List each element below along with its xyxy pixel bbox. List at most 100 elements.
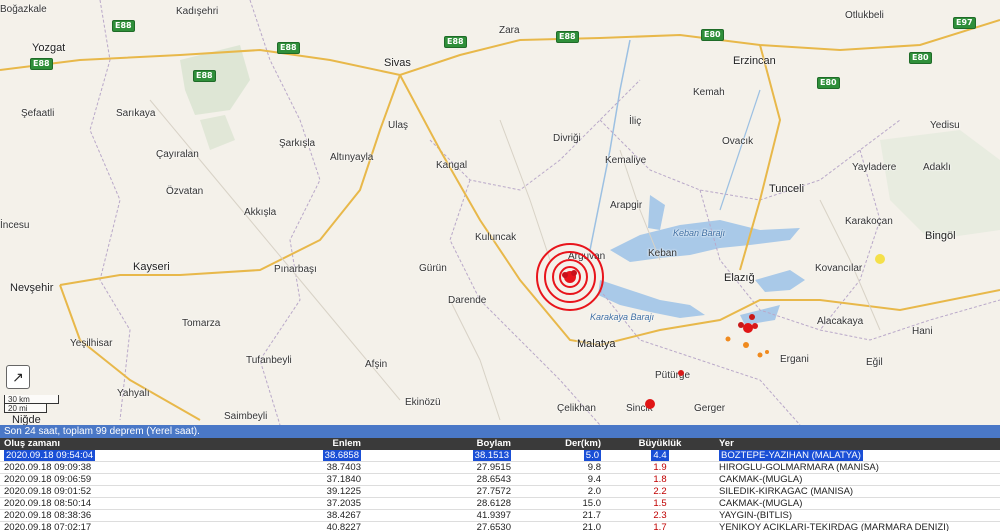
cell-lon-text: 28.6543: [476, 474, 511, 485]
cell-depth-text: 2.0: [587, 486, 601, 497]
cell-magnitude: 2.2: [605, 485, 715, 498]
cell-lat: 39.1225: [300, 485, 365, 498]
cell-time-text: 2020.09.18 08:50:14: [4, 498, 92, 509]
cell-magnitude-text: 2.3: [653, 510, 667, 521]
col-magnitude[interactable]: Büyüklük: [605, 438, 715, 450]
quake-marker[interactable]: [765, 350, 769, 354]
cell-place-text: CAKMAK-(MUGLA): [719, 498, 803, 509]
quake-layer: [536, 243, 885, 409]
cell-place-text: CAKMAK-(MUGLA): [719, 474, 803, 485]
cell-lat-text: 37.2035: [326, 498, 361, 509]
cell-lon: 41.9397: [365, 509, 515, 522]
quake-marker[interactable]: [875, 254, 885, 264]
cell-depth-text: 9.8: [587, 462, 601, 473]
scale-km: 30 km: [4, 395, 59, 404]
table-row[interactable]: 2020.09.18 08:38:36 38.4267 41.9397 21.7 2.3…: [0, 509, 1000, 522]
table-row[interactable]: 2020.09.18 09:01:52 39.1225 27.7572 2.0 2.2 S…: [0, 485, 1000, 498]
cell-time: 2020.09.18 08:50:14: [0, 497, 300, 510]
cell-place: HIROGLU-GOLMARMARA (MANISA): [715, 461, 1000, 474]
cell-time-text: 2020.09.18 08:38:36: [4, 510, 92, 521]
cell-time-text: 2020.09.18 09:06:59: [4, 474, 92, 485]
cell-time-text: 2020.09.18 09:54:04: [4, 450, 96, 461]
cell-depth: 2.0: [515, 485, 605, 498]
cell-lon: 27.6530: [365, 521, 515, 531]
cell-time: 2020.09.18 09:54:04: [0, 450, 300, 462]
cell-lon: 38.1513: [365, 450, 515, 462]
quake-marker[interactable]: [757, 352, 763, 358]
cell-lon-text: 27.7572: [476, 486, 511, 497]
cell-lat-text: 39.1225: [326, 486, 361, 497]
quake-marker[interactable]: [645, 399, 655, 409]
cell-place: YENIKOY ACIKLARI-TEKIRDAG (MARMARA DENIZ…: [715, 521, 1000, 531]
cell-lat: 37.1840: [300, 473, 365, 486]
cell-time-text: 2020.09.18 07:02:17: [4, 522, 92, 531]
cell-place-text: BOZTEPE-YAZIHAN (MALATYA): [719, 450, 863, 461]
quake-marker[interactable]: [743, 342, 749, 348]
earthquake-map-app: Boğazkale Kadışehri Zara Otlukbeli Yozga…: [0, 0, 1000, 531]
cell-depth-text: 15.0: [582, 498, 602, 509]
col-place[interactable]: Yer: [715, 438, 1000, 450]
cell-lon-text: 27.6530: [476, 522, 511, 531]
cell-magnitude-text: 1.8: [653, 474, 667, 485]
cell-lon: 28.6128: [365, 497, 515, 510]
quake-marker-major[interactable]: [536, 243, 604, 311]
cell-place-text: SILEDIK-KIRKAGAC (MANISA): [719, 486, 854, 497]
cell-place: CAKMAK-(MUGLA): [715, 497, 1000, 510]
fullscreen-button[interactable]: ↗: [6, 365, 30, 389]
cell-lat-text: 38.7403: [326, 462, 361, 473]
table-header: Oluş zamanı Enlem Boylam Der(km) Büyüklü…: [0, 438, 1000, 450]
col-depth[interactable]: Der(km): [515, 438, 605, 450]
cell-lon: 27.7572: [365, 485, 515, 498]
cell-magnitude: 4.4: [605, 450, 715, 462]
quake-marker[interactable]: [678, 370, 684, 376]
quake-marker[interactable]: [752, 323, 758, 329]
quake-marker[interactable]: [749, 314, 755, 320]
cell-lat: 40.8227: [300, 521, 365, 531]
cell-lon-text: 28.6128: [476, 498, 511, 509]
table-row[interactable]: 2020.09.18 07:02:17 40.8227 27.6530 21.0 1.7…: [0, 521, 1000, 531]
cell-lat: 38.6858: [300, 450, 365, 462]
cell-time: 2020.09.18 09:01:52: [0, 485, 300, 498]
quake-marker[interactable]: [743, 323, 753, 333]
table-row[interactable]: 2020.09.18 09:09:38 38.7403 27.9515 9.8 1.9 H…: [0, 461, 1000, 474]
panel-title: Son 24 saat, toplam 99 deprem (Yerel saa…: [0, 425, 1000, 438]
cell-lat: 37.2035: [300, 497, 365, 510]
cell-magnitude: 1.5: [605, 497, 715, 510]
cell-lat: 38.4267: [300, 509, 365, 522]
cell-magnitude-text: 1.9: [653, 462, 667, 473]
cell-magnitude: 1.8: [605, 473, 715, 486]
cell-place-text: YAYGIN-(BITLIS): [719, 510, 793, 521]
scale-mi: 20 mi: [4, 404, 47, 413]
cell-depth: 9.4: [515, 473, 605, 486]
cell-time: 2020.09.18 07:02:17: [0, 521, 300, 531]
cell-depth-text: 21.7: [582, 510, 602, 521]
table-row[interactable]: 2020.09.18 08:50:14 37.2035 28.6128 15.0 1.5…: [0, 497, 1000, 510]
cell-place-text: HIROGLU-GOLMARMARA (MANISA): [719, 462, 879, 473]
cell-lon-text: 41.9397: [476, 510, 511, 521]
cell-depth: 15.0: [515, 497, 605, 510]
map-view[interactable]: Boğazkale Kadışehri Zara Otlukbeli Yozga…: [0, 0, 1000, 425]
cell-depth: 9.8: [515, 461, 605, 474]
cell-depth: 5.0: [515, 450, 605, 462]
map-scale: 30 km 20 mi: [4, 395, 59, 413]
col-lat[interactable]: Enlem: [300, 438, 365, 450]
cell-magnitude-text: 1.7: [653, 522, 667, 531]
cell-magnitude: 2.3: [605, 509, 715, 522]
cell-lat-text: 38.4267: [326, 510, 361, 521]
col-time[interactable]: Oluş zamanı: [0, 438, 300, 450]
cell-place: SILEDIK-KIRKAGAC (MANISA): [715, 485, 1000, 498]
cell-magnitude: 1.9: [605, 461, 715, 474]
table-row[interactable]: 2020.09.18 09:54:04 38.6858 38.1513 5.0 4.4 B…: [0, 450, 1000, 462]
table-row[interactable]: 2020.09.18 09:06:59 37.1840 28.6543 9.4 1.8 C…: [0, 473, 1000, 486]
col-lon[interactable]: Boylam: [365, 438, 515, 450]
earthquake-table: Oluş zamanı Enlem Boylam Der(km) Büyüklü…: [0, 438, 1000, 531]
quake-marker[interactable]: [725, 336, 731, 342]
cell-place: BOZTEPE-YAZIHAN (MALATYA): [715, 450, 1000, 462]
cell-time: 2020.09.18 08:38:36: [0, 509, 300, 522]
cell-lon: 28.6543: [365, 473, 515, 486]
cell-magnitude-text: 2.2: [653, 486, 667, 497]
cell-place-text: YENIKOY ACIKLARI-TEKIRDAG (MARMARA DENIZ…: [719, 522, 949, 531]
cell-time-text: 2020.09.18 09:01:52: [4, 486, 92, 497]
earthquake-list-panel: Son 24 saat, toplam 99 deprem (Yerel saa…: [0, 425, 1000, 531]
cell-lat-text: 37.1840: [326, 474, 361, 485]
